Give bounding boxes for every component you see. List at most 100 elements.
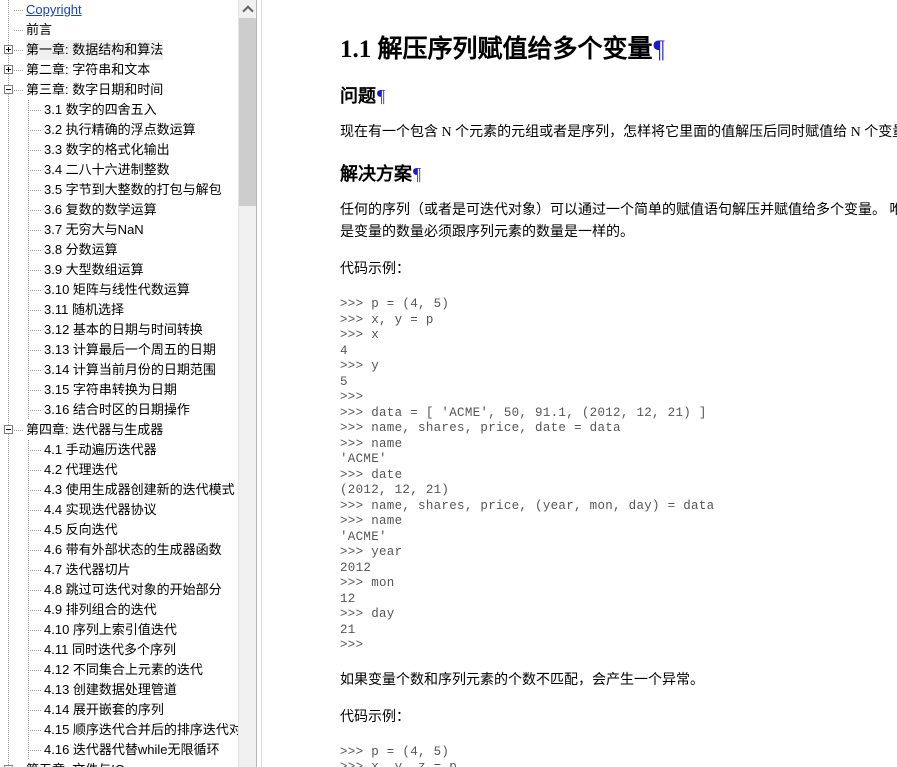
toc-item-label: 4.6 带有外部状态的生成器函数 (44, 542, 222, 557)
toc-item-label: 3.15 字符串转换为日期 (44, 382, 177, 397)
tree-expander-minus-icon[interactable] (4, 425, 13, 434)
toc-item-20[interactable]: 3.16 结合时区的日期操作 (0, 400, 238, 420)
toc-item-17[interactable]: 3.13 计算最后一个周五的日期 (0, 340, 238, 360)
toc-item-14[interactable]: 3.10 矩阵与线性代数运算 (0, 280, 238, 300)
tree-connector (30, 570, 42, 571)
toc-item-27[interactable]: 4.6 带有外部状态的生成器函数 (0, 540, 238, 560)
code-block-1: >>> p = (4, 5) >>> x, y = p >>> x 4 >>> … (340, 297, 715, 652)
toc-item-33[interactable]: 4.12 不同集合上元素的迭代 (0, 660, 238, 680)
toc-item-label: 4.16 迭代器代替while无限循环 (44, 742, 220, 757)
tree-guide-rail-sub (28, 260, 29, 280)
tree-connector (30, 470, 42, 471)
toc-item-label: 3.2 执行精确的浮点数运算 (44, 122, 196, 137)
toc-item-5[interactable]: 3.1 数字的四舍五入 (0, 100, 238, 120)
toc-item-13[interactable]: 3.9 大型数组运算 (0, 260, 238, 280)
tree-expander-plus-icon[interactable] (4, 45, 13, 54)
toc-item-28[interactable]: 4.7 迭代器切片 (0, 560, 238, 580)
toc-item-8[interactable]: 3.4 二八十六进制整数 (0, 160, 238, 180)
toc-item-3[interactable]: 第二章: 字符串和文本 (0, 60, 238, 80)
scroll-up-arrow-icon[interactable] (239, 0, 256, 17)
tree-guide-rail-sub (28, 540, 29, 560)
tree-guide-rail-sub (28, 220, 29, 240)
toc-item-4[interactable]: 第三章: 数字日期和时间 (0, 80, 238, 100)
tree-guide-rail-sub (28, 160, 29, 180)
tree-connector (14, 90, 24, 91)
toc-item-label: 第五章: 文件与IO (26, 760, 125, 767)
toc-item-9[interactable]: 3.5 字节到大整数的打包与解包 (0, 180, 238, 200)
tree-connector (30, 130, 42, 131)
toc-item-30[interactable]: 4.9 排列组合的迭代 (0, 600, 238, 620)
toc-item-0[interactable]: Copyright (0, 0, 238, 20)
tree-connector (30, 350, 42, 351)
toc-item-38[interactable]: 第五章: 文件与IO (0, 760, 238, 767)
toc-item-24[interactable]: 4.3 使用生成器创建新的迭代模式 (0, 480, 238, 500)
tree-expander-plus-icon[interactable] (4, 65, 13, 74)
toc-item-label: 3.5 字节到大整数的打包与解包 (44, 182, 222, 197)
tree-connector (30, 710, 42, 711)
tree-connector (30, 650, 42, 651)
tree-guide-rail-sub (28, 480, 29, 500)
sidebar-vertical-scrollbar[interactable] (238, 0, 256, 767)
tree-expander-minus-icon[interactable] (4, 85, 13, 94)
tree-connector (30, 330, 42, 331)
tree-connector (30, 730, 42, 731)
toc-item-37[interactable]: 4.16 迭代器代替while无限循环 (0, 740, 238, 760)
tree-guide-rail-sub (28, 660, 29, 680)
toc-item-29[interactable]: 4.8 跳过可迭代对象的开始部分 (0, 580, 238, 600)
tree-connector (14, 30, 24, 31)
toc-item-22[interactable]: 4.1 手动遍历迭代器 (0, 440, 238, 460)
tree-guide-rail-sub (28, 340, 29, 360)
toc-item-35[interactable]: 4.14 展开嵌套的序列 (0, 700, 238, 720)
pilcrow-anchor-icon[interactable]: ¶ (413, 164, 421, 184)
toc-item-36[interactable]: 4.15 顺序迭代合并后的排序迭代对象 (0, 720, 238, 740)
pilcrow-anchor-icon[interactable]: ¶ (377, 86, 385, 106)
toc-item-6[interactable]: 3.2 执行精确的浮点数运算 (0, 120, 238, 140)
toc-item-label: 3.1 数字的四舍五入 (44, 102, 157, 117)
toc-item-15[interactable]: 3.11 随机选择 (0, 300, 238, 320)
tree-connector (30, 290, 42, 291)
toc-item-23[interactable]: 4.2 代理迭代 (0, 460, 238, 480)
pilcrow-anchor-icon[interactable]: ¶ (654, 36, 665, 63)
tree-connector (30, 590, 42, 591)
toc-item-31[interactable]: 4.10 序列上索引值迭代 (0, 620, 238, 640)
toc-item-12[interactable]: 3.8 分数运算 (0, 240, 238, 260)
toc-item-26[interactable]: 4.5 反向迭代 (0, 520, 238, 540)
tree-connector (30, 170, 42, 171)
tree-connector (30, 530, 42, 531)
scrollbar-thumb[interactable] (239, 18, 256, 206)
tree-connector (30, 510, 42, 511)
toc-item-7[interactable]: 3.3 数字的格式化输出 (0, 140, 238, 160)
toc-item-18[interactable]: 3.14 计算当前月份的日期范围 (0, 360, 238, 380)
tree-connector (30, 270, 42, 271)
toc-item-25[interactable]: 4.4 实现迭代器协议 (0, 500, 238, 520)
toc-item-label: 4.10 序列上索引值迭代 (44, 622, 177, 637)
tree-connector (30, 550, 42, 551)
toc-item-16[interactable]: 3.12 基本的日期与时间转换 (0, 320, 238, 340)
tree-guide-rail-sub (28, 640, 29, 660)
toc-item-label: 4.5 反向迭代 (44, 522, 118, 537)
toc-item-label: 前言 (26, 22, 53, 37)
toc-item-19[interactable]: 3.15 字符串转换为日期 (0, 380, 238, 400)
toc-item-label[interactable]: Copyright (26, 0, 82, 20)
section-heading-solution-text: 解决方案 (340, 164, 412, 185)
toc-item-32[interactable]: 4.11 同时迭代多个序列 (0, 640, 238, 660)
toc-item-11[interactable]: 3.7 无穷大与NaN (0, 220, 238, 240)
toc-item-21[interactable]: 第四章: 迭代器与生成器 (0, 420, 238, 440)
tree-guide-rail-sub (28, 280, 29, 300)
tree-guide-rail-sub (28, 440, 29, 460)
document-content-pane: 1.1 解压序列赋值给多个变量¶ 问题¶ 现在有一个包含 N 个元素的元组或者是… (262, 0, 897, 767)
tree-connector (30, 670, 42, 671)
toc-tree[interactable]: Copyright 前言第一章: 数据结构和算法 第二章: 字符串和文本 第三章: 数… (0, 0, 238, 767)
toc-item-10[interactable]: 3.6 复数的数学运算 (0, 200, 238, 220)
toc-item-label: 4.15 顺序迭代合并后的排序迭代对象 (44, 722, 238, 737)
toc-item-label: 3.6 复数的数学运算 (44, 202, 157, 217)
toc-item-2[interactable]: 第一章: 数据结构和算法 (0, 40, 238, 60)
tree-guide-rail-sub (28, 120, 29, 140)
toc-item-1[interactable]: 前言 (0, 20, 238, 40)
scrollbar-track[interactable] (239, 206, 256, 767)
tree-connector (30, 450, 42, 451)
toc-item-34[interactable]: 4.13 创建数据处理管道 (0, 680, 238, 700)
tree-guide-rail-sub (28, 360, 29, 380)
toc-item-label: 3.16 结合时区的日期操作 (44, 402, 190, 417)
tree-guide-rail-sub (28, 520, 29, 540)
